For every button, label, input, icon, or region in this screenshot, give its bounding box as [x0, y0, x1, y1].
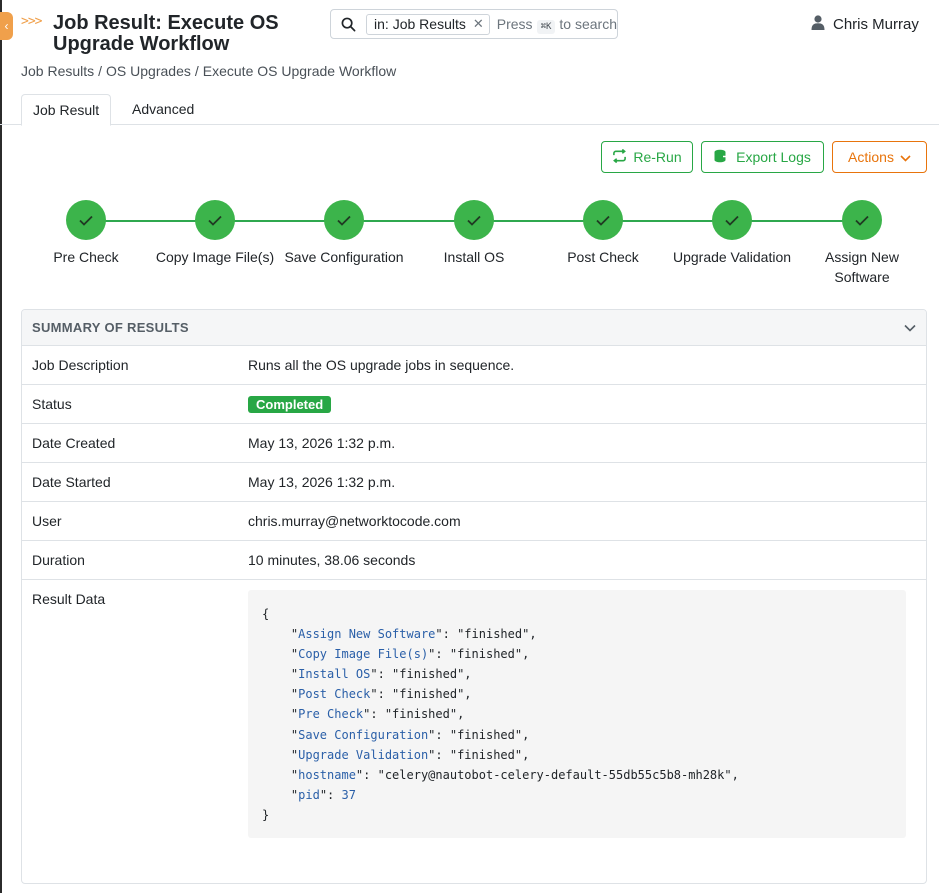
repeat-icon: [612, 148, 627, 166]
row-value: May 13, 2026 1:32 p.m.: [248, 474, 396, 490]
export-logs-label: Export Logs: [736, 149, 811, 165]
summary-title: SUMMARY OF RESULTS: [32, 320, 189, 335]
search-icon: [331, 17, 366, 32]
row-value: 10 minutes, 38.06 seconds: [248, 552, 416, 568]
breadcrumb-separator: /: [194, 63, 199, 79]
chevron-left-icon: ‹: [4, 19, 9, 33]
status-badge: Completed: [248, 396, 332, 413]
step-label: Assign New Software: [825, 249, 899, 285]
breadcrumb-os-upgrades[interactable]: OS Upgrades: [106, 63, 191, 79]
step-post-check: Post Check: [538, 200, 668, 267]
actions-dropdown-button[interactable]: Actions: [832, 141, 927, 173]
summary-row-user: User chris.murray@networktocode.com: [22, 502, 926, 541]
user-name: Chris Murray: [833, 16, 919, 33]
summary-header[interactable]: SUMMARY OF RESULTS: [22, 310, 926, 346]
row-key: Date Created: [32, 435, 116, 451]
search-hint-suffix: to search: [559, 16, 617, 32]
summary-row-duration: Duration 10 minutes, 38.06 seconds: [22, 541, 926, 580]
step-label: Post Check: [567, 249, 639, 265]
breadcrumb-current[interactable]: Execute OS Upgrade Workflow: [203, 63, 397, 79]
export-logs-button[interactable]: Export Logs: [701, 141, 824, 173]
workflow-stepper: Pre Check Copy Image File(s) Save Config…: [21, 200, 927, 290]
step-label: Upgrade Validation: [672, 249, 792, 265]
shortcut-key: ⌘K: [536, 20, 556, 34]
row-key: Status: [32, 396, 72, 412]
tab-advanced[interactable]: Advanced: [121, 94, 205, 125]
database-export-icon: [714, 149, 731, 166]
result-data-json: { "Assign New Software": "finished", "Co…: [248, 590, 906, 838]
summary-row-status: Status Completed: [22, 385, 926, 424]
close-icon[interactable]: ✕: [473, 16, 484, 32]
search-hint-prefix: Press: [496, 16, 533, 32]
check-icon: [66, 200, 106, 240]
actions-label: Actions: [848, 149, 894, 165]
search-scope-label: in: Job Results: [374, 16, 466, 32]
step-save-configuration: Save Configuration: [279, 200, 409, 267]
tab-job-result[interactable]: Job Result: [21, 94, 112, 126]
row-value: Runs all the OS upgrade jobs in sequence…: [248, 357, 515, 373]
breadcrumb: Job Results / OS Upgrades / Execute OS Upgra…: [21, 63, 396, 79]
user-icon: [811, 15, 825, 34]
search-hint: Press ⌘K to search: [496, 16, 617, 34]
left-rail: [0, 0, 2, 893]
chevron-down-icon[interactable]: [904, 319, 916, 337]
row-value: May 13, 2026 1:32 p.m.: [248, 435, 396, 451]
summary-row-date-created: Date Created May 13, 2026 1:32 p.m.: [22, 424, 926, 463]
user-menu[interactable]: Chris Murray: [811, 15, 919, 34]
search-scope-chip[interactable]: in: Job Results ✕: [366, 13, 490, 35]
step-assign-new-software: Assign New Software: [797, 200, 927, 287]
breadcrumb-job-results[interactable]: Job Results: [21, 63, 94, 79]
check-icon: [712, 200, 752, 240]
chevron-down-icon: [900, 149, 911, 165]
check-icon: [195, 200, 235, 240]
summary-row-result-data: Result Data { "Assign New Software": "fi…: [22, 580, 926, 838]
summary-row-job-description: Job Description Runs all the OS upgrade …: [22, 346, 926, 385]
rerun-label: Re-Run: [633, 149, 682, 165]
row-key: User: [32, 513, 62, 529]
step-label: Copy Image File(s): [155, 249, 275, 265]
brand-logo[interactable]: >>>: [21, 14, 43, 29]
row-key: Job Description: [32, 357, 129, 373]
row-value: chris.murray@networktocode.com: [248, 513, 461, 529]
page-title: Job Result: Execute OS Upgrade Workflow: [53, 12, 279, 55]
search-box[interactable]: in: Job Results ✕ Press ⌘K to search: [330, 9, 618, 39]
step-label: Pre Check: [53, 249, 119, 265]
row-key: Duration: [32, 552, 85, 568]
step-copy-image: Copy Image File(s): [150, 200, 280, 267]
step-label: Save Configuration: [284, 249, 404, 265]
row-key: Date Started: [32, 474, 111, 490]
row-key: Result Data: [32, 591, 106, 607]
check-icon: [583, 200, 623, 240]
step-pre-check: Pre Check: [21, 200, 151, 267]
step-install-os: Install OS: [409, 200, 539, 267]
check-icon: [324, 200, 364, 240]
breadcrumb-separator: /: [98, 63, 103, 79]
summary-card: SUMMARY OF RESULTS Job Description Runs …: [21, 309, 927, 884]
step-upgrade-validation: Upgrade Validation: [667, 200, 797, 267]
step-label: Install OS: [443, 249, 505, 265]
check-icon: [454, 200, 494, 240]
summary-row-date-started: Date Started May 13, 2026 1:32 p.m.: [22, 463, 926, 502]
check-icon: [842, 200, 882, 240]
tab-bar: Job Result Advanced: [0, 94, 939, 126]
rerun-button[interactable]: Re-Run: [601, 141, 693, 173]
sidebar-toggle-button[interactable]: ‹: [0, 12, 13, 40]
